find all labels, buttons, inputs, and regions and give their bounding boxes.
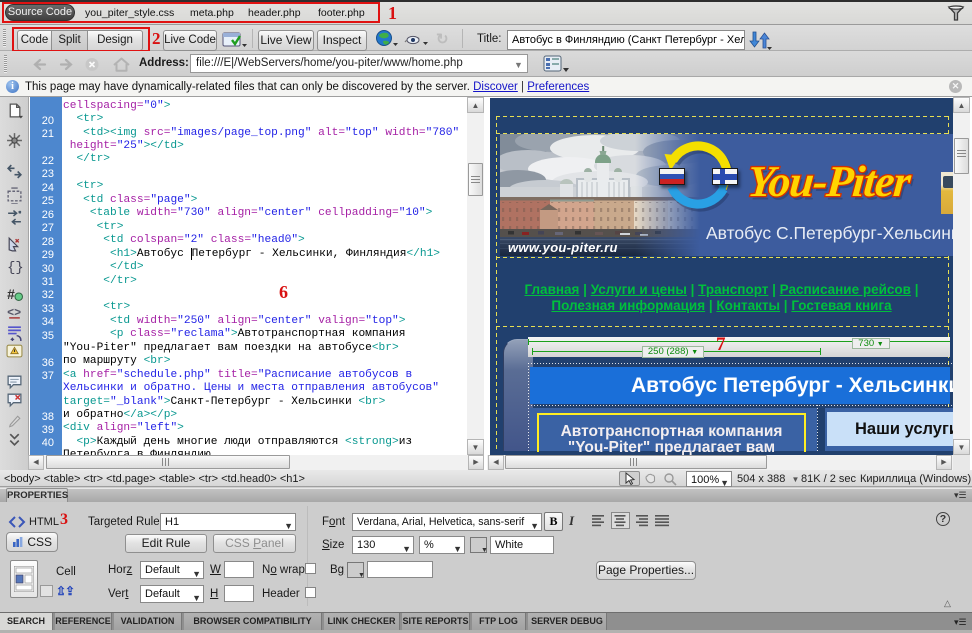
svg-text:{}: {}: [7, 260, 23, 274]
svg-text:You-Piter: You-Piter: [746, 157, 914, 206]
svg-text:#: #: [7, 286, 15, 302]
